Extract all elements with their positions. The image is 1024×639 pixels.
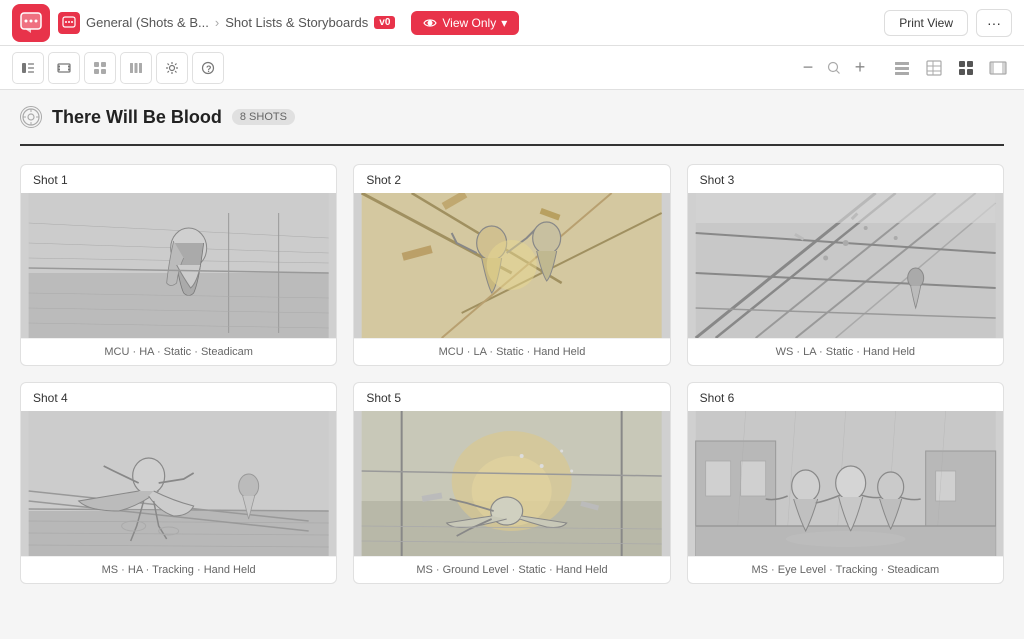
shot-5-image [354,411,669,556]
toolbar-settings-icon[interactable] [156,52,188,84]
zoom-out-button[interactable]: − [796,56,820,80]
shot-card-2[interactable]: Shot 2 [353,164,670,366]
view-mode-buttons [888,54,1012,82]
shot-card-4[interactable]: Shot 4 [20,382,337,584]
zoom-in-button[interactable]: + [848,56,872,80]
view-grid-button[interactable] [952,54,980,82]
svg-text:?: ? [206,64,212,74]
breadcrumb: General (Shots & B... › Shot Lists & Sto… [58,12,395,34]
shot-1-meta: MCU · HA · Static · Steadicam [21,338,336,365]
shot-4-image [21,411,336,556]
view-storyboard-button[interactable] [984,54,1012,82]
shot-2-meta: MCU · LA · Static · Hand Held [354,338,669,365]
view-only-label: View Only [442,16,496,30]
toolbar-film-icon[interactable] [48,52,80,84]
zoom-controls: − + [796,56,872,80]
scene-title: There Will Be Blood [52,107,222,128]
toolbar-sidebar-icon[interactable] [12,52,44,84]
shot-1-header: Shot 1 [21,165,336,193]
shot-4-meta: MS · HA · Tracking · Hand Held [21,556,336,583]
shot-3-image [688,193,1003,338]
toolbar-grid-icon[interactable] [84,52,116,84]
top-nav-bar: General (Shots & B... › Shot Lists & Sto… [0,0,1024,46]
scene-icon [20,106,42,128]
view-list-button[interactable] [888,54,916,82]
shot-2-image [354,193,669,338]
shots-badge: 8 SHOTS [232,109,295,125]
print-view-button[interactable]: Print View [884,10,968,36]
scene-divider [20,144,1004,146]
toolbar-help-icon[interactable]: ? [192,52,224,84]
main-content: There Will Be Blood 8 SHOTS Shot 1 [0,90,1024,639]
shot-5-header: Shot 5 [354,383,669,411]
shot-card-5[interactable]: Shot 5 [353,382,670,584]
shot-6-meta: MS · Eye Level · Tracking · Steadicam [688,556,1003,583]
shot-card-1[interactable]: Shot 1 [20,164,337,366]
scene-header: There Will Be Blood 8 SHOTS [20,106,1004,128]
breadcrumb-separator: › [215,15,219,30]
version-badge: v0 [374,16,395,29]
shot-6-header: Shot 6 [688,383,1003,411]
shot-3-meta: WS · LA · Static · Hand Held [688,338,1003,365]
breadcrumb-app-icon [58,12,80,34]
shot-4-header: Shot 4 [21,383,336,411]
shots-grid: Shot 1 [20,164,1004,584]
shot-6-image [688,411,1003,556]
shot-2-header: Shot 2 [354,165,669,193]
breadcrumb-parent[interactable]: General (Shots & B... [86,15,209,30]
zoom-icon [826,60,842,76]
view-only-chevron: ▾ [501,16,507,30]
toolbar-columns-icon[interactable] [120,52,152,84]
view-only-button[interactable]: View Only ▾ [411,11,519,35]
view-table-button[interactable] [920,54,948,82]
more-options-button[interactable]: ··· [976,9,1012,37]
app-icon [12,4,50,42]
toolbar: ? − + [0,46,1024,90]
breadcrumb-current[interactable]: Shot Lists & Storyboards [225,15,368,30]
shot-3-header: Shot 3 [688,165,1003,193]
shot-card-6[interactable]: Shot 6 [687,382,1004,584]
shot-5-meta: MS · Ground Level · Static · Hand Held [354,556,669,583]
shot-card-3[interactable]: Shot 3 [687,164,1004,366]
shot-1-image [21,193,336,338]
